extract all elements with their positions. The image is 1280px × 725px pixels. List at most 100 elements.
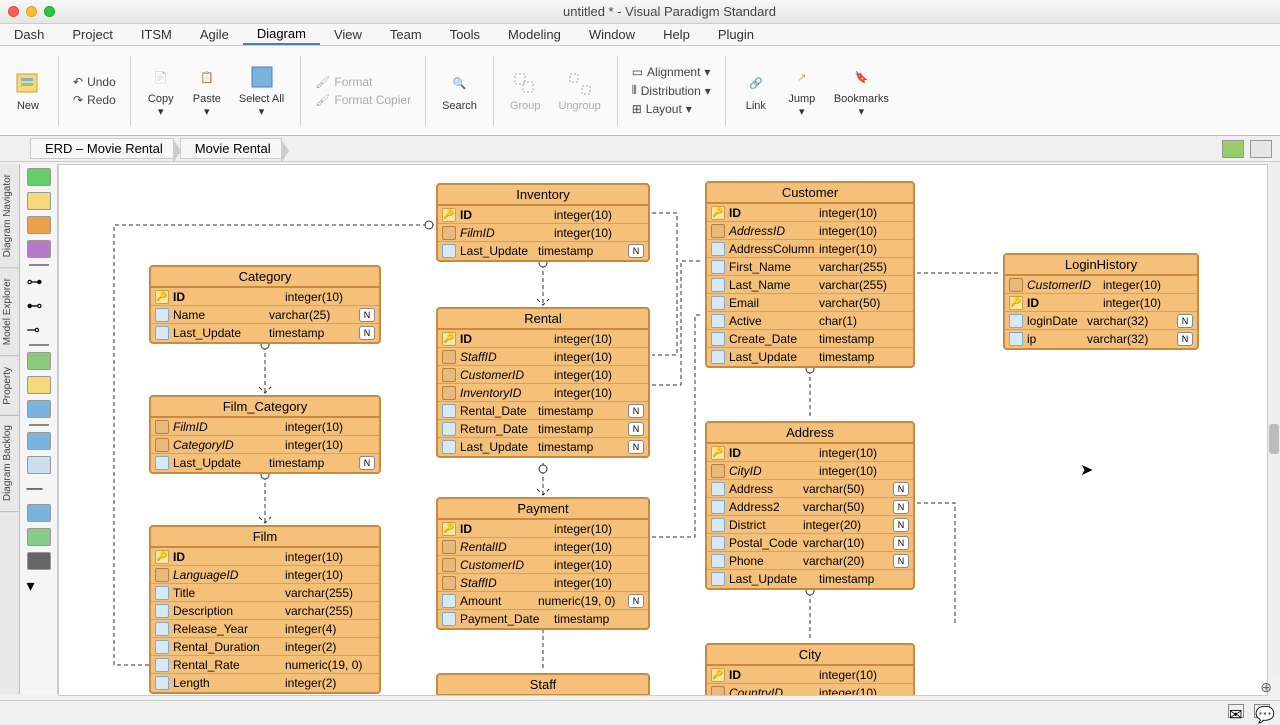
menu-item-itsm[interactable]: ITSM <box>127 25 186 44</box>
entity-column-row[interactable]: 🔑IDinteger(10) <box>1005 294 1197 312</box>
entity-column-row[interactable]: 🔑IDinteger(10) <box>438 520 648 538</box>
entity-column-row[interactable]: ipvarchar(32)N <box>1005 330 1197 348</box>
entity-column-row[interactable]: Rental_Durationinteger(2) <box>151 638 379 656</box>
feedback-icon[interactable]: 💬 <box>1254 704 1270 718</box>
palette-image[interactable] <box>27 528 51 546</box>
palette-camera[interactable] <box>27 552 51 570</box>
menu-item-plugin[interactable]: Plugin <box>704 25 768 44</box>
palette-connector-1[interactable]: ⊶ <box>27 272 51 290</box>
paste-button[interactable]: 📋Paste▾ <box>187 61 227 120</box>
entity-payment[interactable]: Payment🔑IDinteger(10)RentalIDinteger(10)… <box>436 497 650 630</box>
entity-column-row[interactable]: Phonevarchar(20)N <box>707 552 913 570</box>
entity-column-row[interactable]: LanguageIDinteger(10) <box>151 566 379 584</box>
menu-item-dash[interactable]: Dash <box>0 25 58 44</box>
entity-column-row[interactable]: Payment_Datetimestamp <box>438 610 648 628</box>
palette-table-yellow[interactable] <box>27 376 51 394</box>
entity-rental[interactable]: Rental🔑IDinteger(10)StaffIDinteger(10)Cu… <box>436 307 650 458</box>
entity-column-row[interactable]: Create_Datetimestamp <box>707 330 913 348</box>
entity-column-row[interactable]: First_Namevarchar(255) <box>707 258 913 276</box>
entity-column-row[interactable]: 🔑IDinteger(10) <box>438 330 648 348</box>
entity-inventory[interactable]: Inventory🔑IDinteger(10)FilmIDinteger(10)… <box>436 183 650 262</box>
entity-film_category[interactable]: Film_CategoryFilmIDinteger(10)CategoryID… <box>149 395 381 474</box>
entity-column-row[interactable]: Postal_Codevarchar(10)N <box>707 534 913 552</box>
entity-column-row[interactable]: Return_DatetimestampN <box>438 420 648 438</box>
entity-column-row[interactable]: Lengthinteger(2) <box>151 674 379 692</box>
entity-column-row[interactable]: CustomerIDinteger(10) <box>1005 276 1197 294</box>
entity-staff[interactable]: Staff <box>436 673 650 696</box>
entity-category[interactable]: Category🔑IDinteger(10)Namevarchar(25)NLa… <box>149 265 381 344</box>
entity-column-row[interactable]: 🔑IDinteger(10) <box>707 204 913 222</box>
palette-line[interactable]: — <box>27 480 51 498</box>
palette-entity-yellow[interactable] <box>27 192 51 210</box>
redo-button[interactable]: ↷Redo <box>69 92 120 108</box>
palette-cursor[interactable] <box>27 168 51 186</box>
palette-connector-3[interactable]: ⊸ <box>27 320 51 338</box>
menu-item-tools[interactable]: Tools <box>436 25 494 44</box>
diagram-canvas[interactable]: Category🔑IDinteger(10)Namevarchar(25)NLa… <box>58 164 1268 696</box>
entity-column-row[interactable]: 🔑IDinteger(10) <box>707 444 913 462</box>
menu-item-team[interactable]: Team <box>376 25 436 44</box>
entity-column-row[interactable]: Rental_DatetimestampN <box>438 402 648 420</box>
entity-column-row[interactable]: 🔑IDinteger(10) <box>151 288 379 306</box>
entity-column-row[interactable]: RentalIDinteger(10) <box>438 538 648 556</box>
jump-button[interactable]: ↗Jump▾ <box>782 61 822 120</box>
flag-icon-button[interactable] <box>1222 140 1244 158</box>
side-tab-diagram-backlog[interactable]: Diagram Backlog <box>0 415 19 512</box>
entity-column-row[interactable]: CategoryIDinteger(10) <box>151 436 379 454</box>
entity-column-row[interactable]: FilmIDinteger(10) <box>438 224 648 242</box>
palette-folder-blue[interactable] <box>27 432 51 450</box>
mail-icon[interactable]: ✉ <box>1228 704 1244 718</box>
vertical-scrollbar[interactable] <box>1268 164 1280 674</box>
entity-column-row[interactable]: Last_UpdatetimestampN <box>438 438 648 456</box>
entity-column-row[interactable]: Descriptionvarchar(255) <box>151 602 379 620</box>
palette-table-blue[interactable] <box>27 400 51 418</box>
entity-loginhistory[interactable]: LoginHistoryCustomerIDinteger(10)🔑IDinte… <box>1003 253 1199 350</box>
undo-button[interactable]: ↶Undo <box>69 74 120 90</box>
entity-column-row[interactable]: Address2varchar(50)N <box>707 498 913 516</box>
palette-box[interactable] <box>27 504 51 522</box>
entity-column-row[interactable]: Release_Yearinteger(4) <box>151 620 379 638</box>
entity-column-row[interactable]: Addressvarchar(50)N <box>707 480 913 498</box>
entity-film[interactable]: Film🔑IDinteger(10)LanguageIDinteger(10)T… <box>149 525 381 694</box>
entity-column-row[interactable]: StaffIDinteger(10) <box>438 348 648 366</box>
scrollbar-thumb[interactable] <box>1269 424 1279 454</box>
palette-chevron-down-icon[interactable]: ▾ <box>27 576 51 594</box>
menu-item-project[interactable]: Project <box>58 25 126 44</box>
entity-column-row[interactable]: 🔑IDinteger(10) <box>438 206 648 224</box>
distribution-button[interactable]: ⫴Distribution ▾ <box>628 82 715 99</box>
entity-column-row[interactable]: Last_Updatetimestamp <box>707 348 913 366</box>
menu-item-window[interactable]: Window <box>575 25 649 44</box>
breadcrumb-current[interactable]: Movie Rental <box>180 138 282 159</box>
search-button[interactable]: 🔍Search <box>436 68 483 114</box>
maximize-button[interactable] <box>44 6 55 17</box>
entity-column-row[interactable]: Districtinteger(20)N <box>707 516 913 534</box>
palette-table-green[interactable] <box>27 352 51 370</box>
minimize-button[interactable] <box>26 6 37 17</box>
palette-connector-2[interactable]: ⊷ <box>27 296 51 314</box>
palette-folder-light[interactable] <box>27 456 51 474</box>
layout-button[interactable]: ⊞Layout ▾ <box>628 101 715 117</box>
entity-column-row[interactable]: 🔑IDinteger(10) <box>707 666 913 684</box>
new-button[interactable]: New <box>8 68 48 114</box>
alignment-button[interactable]: ▭Alignment ▾ <box>628 64 715 80</box>
entity-column-row[interactable]: 🔑IDinteger(10) <box>151 548 379 566</box>
side-tab-diagram-navigator[interactable]: Diagram Navigator <box>0 164 19 268</box>
resize-handle-icon[interactable]: ⊕ <box>1260 679 1272 696</box>
entity-column-row[interactable]: AddressColumninteger(10) <box>707 240 913 258</box>
breadcrumb-root[interactable]: ERD – Movie Rental <box>30 138 174 159</box>
close-button[interactable] <box>8 6 19 17</box>
palette-entity-purple[interactable] <box>27 240 51 258</box>
entity-column-row[interactable]: Last_Namevarchar(255) <box>707 276 913 294</box>
entity-column-row[interactable]: CountryIDinteger(10) <box>707 684 913 696</box>
menu-item-help[interactable]: Help <box>649 25 704 44</box>
entity-column-row[interactable]: StaffIDinteger(10) <box>438 574 648 592</box>
entity-column-row[interactable]: Last_UpdatetimestampN <box>151 324 379 342</box>
side-tab-model-explorer[interactable]: Model Explorer <box>0 268 19 356</box>
menu-item-modeling[interactable]: Modeling <box>494 25 575 44</box>
menu-item-agile[interactable]: Agile <box>186 25 243 44</box>
entity-column-row[interactable]: Last_UpdatetimestampN <box>151 454 379 472</box>
entity-column-row[interactable]: Last_Updatetimestamp <box>707 570 913 588</box>
menu-item-diagram[interactable]: Diagram <box>243 24 320 45</box>
entity-customer[interactable]: Customer🔑IDinteger(10)AddressIDinteger(1… <box>705 181 915 368</box>
copy-button[interactable]: 📄Copy▾ <box>141 61 181 120</box>
